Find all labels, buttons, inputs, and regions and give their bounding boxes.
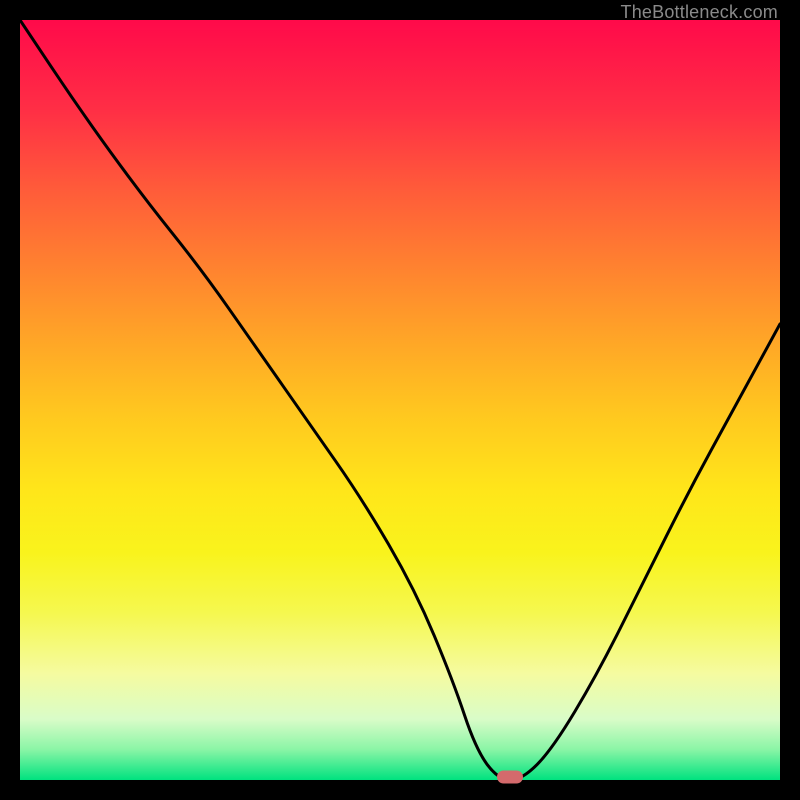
chart-frame: TheBottleneck.com	[0, 0, 800, 800]
plot-area	[20, 20, 780, 780]
bottleneck-curve	[20, 20, 780, 780]
optimal-point-marker	[497, 771, 523, 784]
